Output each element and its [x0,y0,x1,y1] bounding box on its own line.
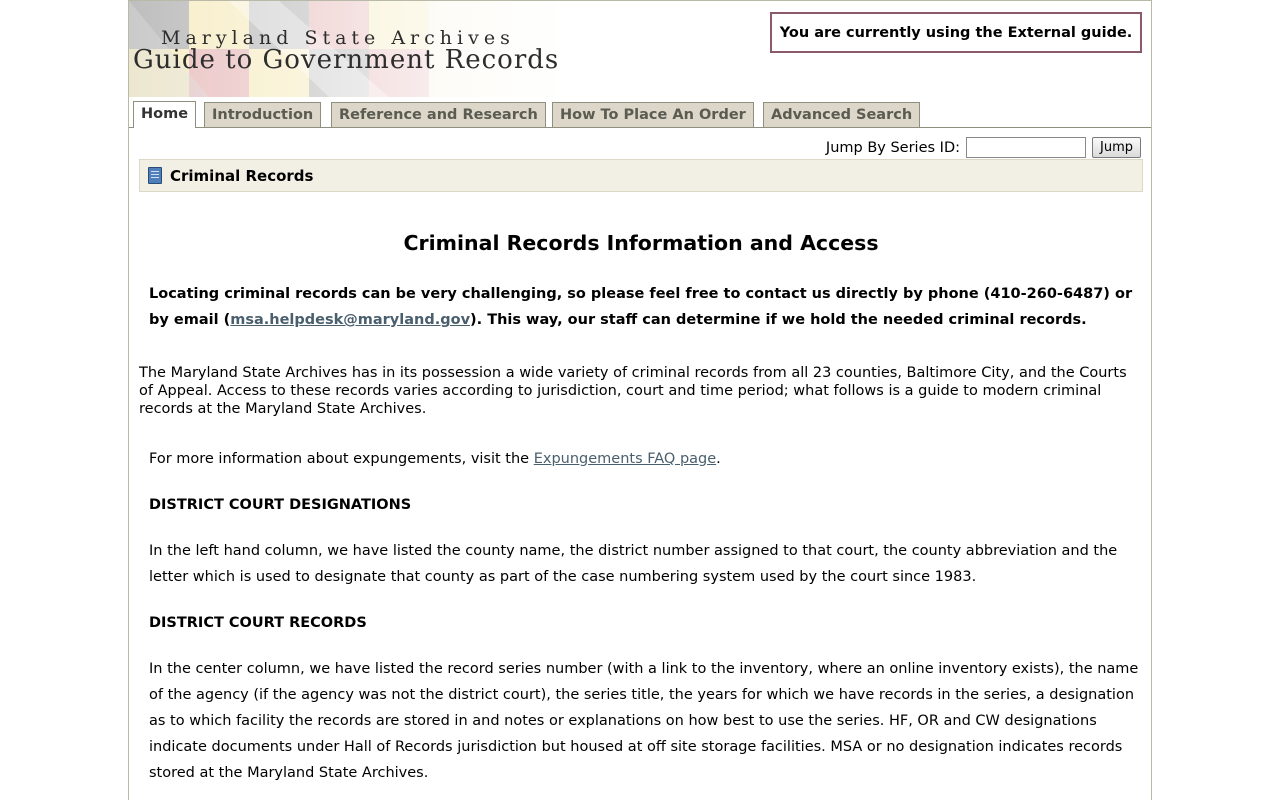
expunge-text-before: For more information about expungements,… [149,451,534,467]
intro-paragraph: The Maryland State Archives has in its p… [139,365,1127,417]
expungement-info: For more information about expungements,… [149,451,1139,467]
section-header: Criminal Records [139,159,1143,192]
expungements-faq-link[interactable]: Expungements FAQ page [534,451,716,467]
contact-notice: Locating criminal records can be very ch… [149,281,1139,333]
series-id-input[interactable] [966,137,1086,158]
tab-introduction[interactable]: Introduction [204,102,322,127]
nav-tabs: Home Introduction Reference and Research… [129,101,1151,128]
tab-reference-and-research[interactable]: Reference and Research [331,102,546,127]
section-title: Criminal Records [170,166,314,185]
expunge-text-after: . [716,451,721,467]
page-title: Criminal Records Information and Access [403,231,879,255]
designations-paragraph: In the left hand column, we have listed … [149,543,1118,585]
designations-heading: DISTRICT COURT DESIGNATIONS [149,497,412,513]
tab-advanced-search[interactable]: Advanced Search [763,102,921,127]
tab-home[interactable]: Home [133,101,197,128]
guide-notice: You are currently using the External gui… [770,12,1142,53]
helpdesk-email-link[interactable]: msa.helpdesk@maryland.gov [230,312,470,328]
jump-button[interactable]: Jump [1092,137,1141,158]
notice-text-after: ). This way, our staff can determine if … [470,312,1087,328]
site-title: Guide to Government Records [133,45,560,75]
records-heading: DISTRICT COURT RECORDS [149,615,367,631]
header-banner: Maryland State Archives Guide to Governm… [129,1,569,97]
tab-how-to-place-an-order[interactable]: How To Place An Order [552,102,754,127]
book-icon [148,167,162,184]
jump-by-series: Jump By Series ID: Jump [826,137,1141,158]
records-paragraph: In the center column, we have listed the… [149,661,1139,781]
page-container: Maryland State Archives Guide to Governm… [128,0,1152,800]
jump-label: Jump By Series ID: [825,139,960,156]
